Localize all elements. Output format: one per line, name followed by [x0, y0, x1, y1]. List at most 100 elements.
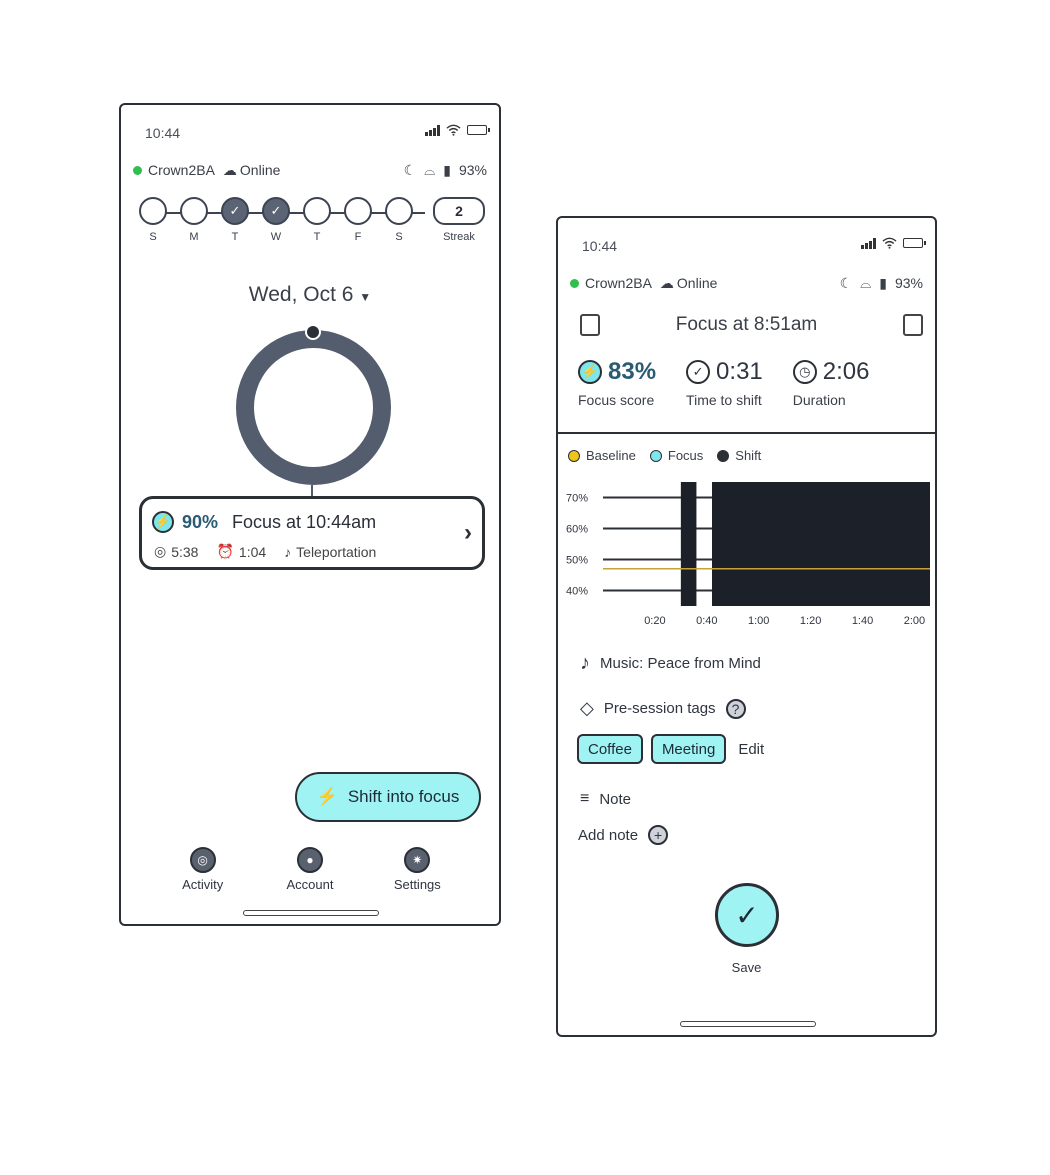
day-empty-icon — [139, 197, 167, 225]
legend-focus: Focus — [649, 448, 703, 463]
music-label: Music: Peace from Mind — [600, 655, 761, 672]
session-duration: 1:04 — [238, 543, 267, 560]
focus-ring — [236, 330, 391, 485]
time-to-shift-label: Time to shift — [686, 392, 762, 408]
sleep-icon: ☾ — [839, 274, 853, 291]
x-tick-label: 1:00 — [748, 615, 769, 627]
headset-icon: ⌓ — [860, 274, 872, 291]
legend-baseline: Baseline — [568, 448, 636, 463]
time-to-shift-value: 0:31 — [716, 358, 763, 385]
cloud-icon: ☁ — [659, 274, 674, 291]
duration-value: 2:06 — [822, 358, 870, 385]
x-tick-label: 0:40 — [696, 615, 717, 627]
duration-label: Duration — [792, 392, 846, 408]
save-button[interactable]: ✓ — [715, 883, 779, 947]
device-battery-icon: ▮ — [443, 161, 451, 178]
connection-dot — [133, 165, 142, 175]
home-indicator[interactable] — [680, 1021, 816, 1027]
week-tracker: S M ✓ T ✓ W T F S 2 Streak — [137, 197, 485, 257]
note-label: Note — [599, 790, 632, 808]
music-note-icon: ♪ — [580, 652, 590, 674]
edit-tags-link[interactable]: Edit — [738, 741, 764, 758]
chevron-right-icon: › — [464, 519, 472, 546]
day-label: T — [231, 231, 239, 243]
nav-settings[interactable]: ✷ Settings — [382, 847, 452, 907]
device-status: Crown2BA ☁ Online ☾ ⌓ ▮ 93% — [570, 272, 923, 294]
music-note-icon: ♪ — [284, 543, 292, 560]
account-icon: ● — [296, 847, 323, 873]
alarm-icon: ✓ — [686, 360, 711, 384]
duration-stat: ◷ 2:06 Duration — [792, 358, 870, 408]
day-2[interactable]: ✓ T — [219, 197, 251, 243]
tag-meeting[interactable]: Meeting — [650, 734, 727, 764]
day-0[interactable]: S — [137, 197, 169, 243]
note-icon: ≡ — [580, 790, 590, 807]
ring-marker — [305, 324, 321, 340]
nav-activity[interactable]: ◎ Activity — [168, 847, 238, 907]
device-battery-icon: ▮ — [879, 274, 887, 291]
day-complete-icon: ✓ — [262, 197, 290, 225]
sleep-icon: ☾ — [403, 161, 417, 178]
tag-icon: ◇ — [580, 698, 594, 718]
device-name: Crown2BA — [148, 162, 215, 178]
day-empty-icon — [180, 197, 208, 225]
share-icon[interactable] — [903, 314, 923, 336]
clock-icon: ◷ — [792, 360, 817, 384]
music-item: ♪ Teleportation — [284, 544, 376, 560]
day-label: W — [270, 231, 282, 243]
signal-icon — [425, 124, 440, 136]
bolt-icon: ⚡ — [578, 360, 602, 384]
session-card[interactable]: ⚡ 90% Focus at 10:44am ◎ 5:38 ⏰ 1:04 ♪ Tele… — [139, 496, 485, 570]
cloud-icon: ☁ — [222, 161, 237, 178]
tag-coffee[interactable]: Coffee — [577, 734, 643, 764]
date-picker[interactable]: Wed, Oct 6 ▼ — [121, 283, 499, 307]
shift-into-focus-button[interactable]: ⚡ Shift into focus — [295, 772, 481, 822]
tags-list: Coffee Meeting Edit — [577, 734, 764, 764]
day-empty-icon — [385, 197, 413, 225]
day-label: S — [149, 231, 157, 243]
time-to-shift-stat: ✓ 0:31 Time to shift — [686, 358, 763, 408]
pre-session-tags-label: Pre-session tags — [603, 700, 716, 717]
day-6[interactable]: S — [383, 197, 415, 243]
focus-score-value: 83% — [608, 358, 657, 385]
device-online: Online — [239, 162, 281, 178]
note-row: ≡ Note — [580, 790, 631, 808]
session-chart: 70% 60% 50% 40% 0:20 0:40 1:00 1:20 1:40 2:00 — [566, 482, 930, 627]
device-battery: 93% — [458, 162, 487, 178]
bottom-nav: ◎ Activity ● Account ✷ Settings — [121, 847, 499, 907]
session-time-to-shift: 5:38 — [171, 543, 199, 560]
session-header: Focus at 8:51am — [558, 310, 935, 344]
nav-account[interactable]: ● Account — [275, 847, 345, 907]
add-note-label: Add note — [578, 826, 639, 844]
duration-item: ⏰ 1:04 — [216, 543, 266, 560]
nav-account-label: Account — [286, 877, 334, 892]
day-empty-icon — [344, 197, 372, 225]
day-4[interactable]: T — [301, 197, 333, 243]
day-label: S — [395, 231, 403, 243]
y-tick-label: 50% — [566, 555, 588, 567]
session-meta: ◎ 5:38 ⏰ 1:04 ♪ Teleportation — [154, 543, 376, 560]
shift-bar — [712, 482, 930, 606]
day-1[interactable]: M — [178, 197, 210, 243]
plus-icon: + — [648, 825, 669, 845]
target-icon: ◎ — [154, 543, 167, 559]
connection-dot — [570, 278, 579, 288]
home-indicator[interactable] — [243, 910, 379, 916]
save-label: Save — [731, 960, 762, 975]
music-row[interactable]: ♪ Music: Peace from Mind — [580, 652, 761, 675]
status-icons — [425, 124, 490, 136]
day-5[interactable]: F — [342, 197, 374, 243]
alarm-icon: ⏰ — [216, 543, 234, 559]
chart-legend: Baseline Focus Shift — [568, 448, 761, 463]
activity-icon: ◎ — [189, 847, 216, 873]
home-screen: 10:44 Crown2BA ☁ Online ☾ ⌓ ▮ 93% S M ✓ T ✓ W… — [119, 103, 501, 926]
streak-counter: 2 Streak — [433, 197, 485, 243]
streak-label: Streak — [443, 231, 475, 243]
add-note-button[interactable]: Add note + — [578, 825, 669, 845]
x-tick-label: 1:20 — [800, 615, 821, 627]
help-icon[interactable]: ? — [725, 698, 746, 719]
day-3[interactable]: ✓ W — [260, 197, 292, 243]
date-label: Wed, Oct 6 — [248, 283, 354, 306]
time-to-shift-item: ◎ 5:38 — [154, 543, 198, 560]
day-label: F — [354, 231, 362, 243]
